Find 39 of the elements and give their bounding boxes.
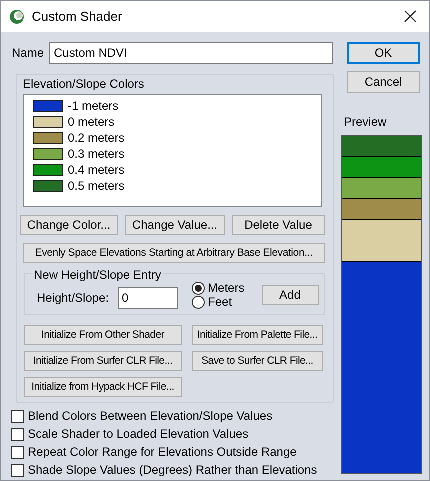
list-item[interactable]: 0.3 meters: [68, 145, 125, 163]
cancel-button[interactable]: Cancel: [347, 71, 420, 93]
option-label: Blend Colors Between Elevation/Slope Values: [28, 408, 273, 425]
height-slope-field[interactable]: 0: [118, 287, 178, 309]
list-item[interactable]: 0.2 meters: [68, 129, 125, 147]
list-item[interactable]: -1 meters: [68, 97, 119, 115]
checkbox[interactable]: [11, 428, 24, 440]
add-button[interactable]: Add: [262, 285, 319, 305]
checkbox[interactable]: [11, 464, 24, 476]
name-label: Name: [12, 45, 44, 62]
action-button[interactable]: Change Value...: [125, 215, 225, 235]
close-icon[interactable]: [404, 10, 417, 23]
radio-label: Meters: [208, 281, 245, 295]
list-item[interactable]: 0.4 meters: [68, 161, 125, 179]
file-button[interactable]: Initialize From Other Shader: [24, 325, 182, 345]
evenly-space-button[interactable]: Evenly Space Elevations Starting at Arbitrary Base Elevation...: [23, 243, 325, 263]
checkbox[interactable]: [11, 446, 24, 458]
option-label: Shade Slope Values (Degrees) Rather than Elevations: [28, 462, 318, 479]
file-button[interactable]: Initialize From Palette File...: [192, 325, 323, 345]
radio-button[interactable]: [192, 282, 206, 294]
option-label: Scale Shader to Loaded Elevation Values: [28, 426, 249, 443]
option-label: Repeat Color Range for Elevations Outside Range: [28, 444, 297, 461]
checkbox[interactable]: [11, 410, 24, 422]
file-button[interactable]: Save to Surfer CLR File...: [192, 351, 323, 371]
radio-label: Feet: [208, 295, 232, 309]
app-logo-icon: [9, 8, 25, 24]
list-item[interactable]: 0.5 meters: [68, 177, 125, 195]
action-button[interactable]: Delete Value: [232, 215, 325, 235]
file-button[interactable]: Initialize from Hypack HCF File...: [24, 377, 182, 397]
list-item[interactable]: 0 meters: [68, 113, 115, 131]
file-button[interactable]: Initialize From Surfer CLR File...: [24, 351, 182, 371]
radio-button[interactable]: [192, 296, 206, 308]
window-title: Custom Shader: [32, 8, 122, 26]
preview-label: Preview: [344, 114, 388, 131]
name-field[interactable]: Custom NDVI: [49, 42, 334, 64]
height-slope-label: Height/Slope:: [37, 290, 110, 307]
ok-button[interactable]: OK: [347, 42, 420, 64]
action-button[interactable]: Change Color...: [20, 215, 118, 235]
color-list[interactable]: -1 meters 0 meters 0.2 meters 0.3 meters 0.4 meters 0.5 meters: [23, 94, 322, 207]
